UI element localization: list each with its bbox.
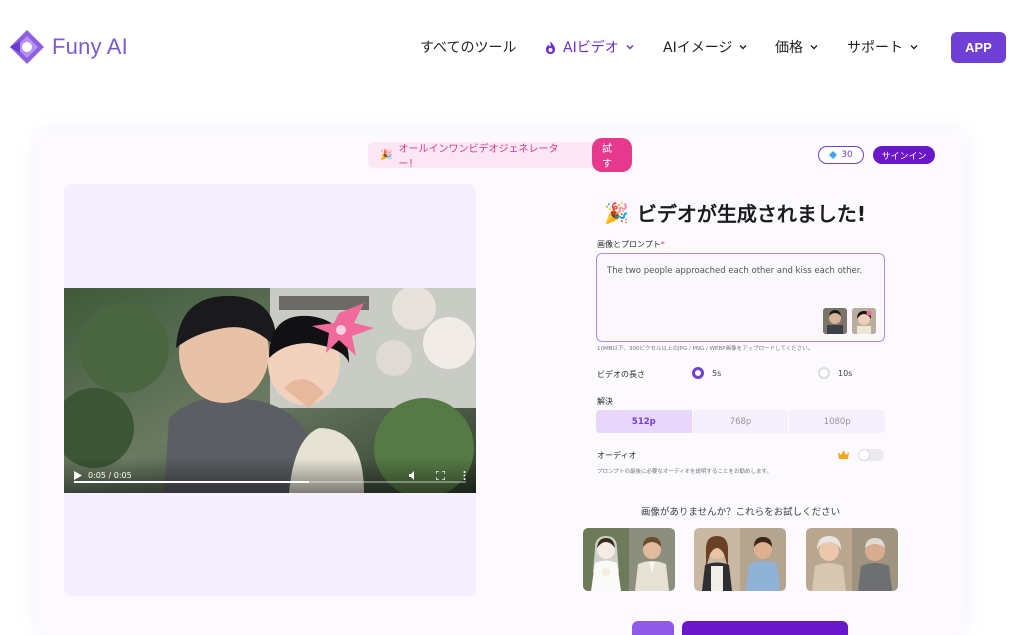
upload-hint: 10MB以下、300ピクセル以上のJPG / PNG / WEBP画像をアップロ… bbox=[597, 346, 814, 352]
uploaded-image-2[interactable] bbox=[852, 308, 876, 334]
nav-all-tools[interactable]: すべてのツール bbox=[420, 34, 544, 60]
party-popper-icon: 🎉 bbox=[380, 149, 393, 161]
sample-wedding-couple[interactable] bbox=[583, 528, 675, 591]
chevron-down-icon bbox=[626, 45, 634, 50]
video-time: 0:05 / 0:05 bbox=[88, 471, 132, 480]
resolution-label: 解決 bbox=[597, 397, 613, 406]
logo-text: Funy AI bbox=[52, 34, 128, 59]
radio-selected-icon bbox=[692, 367, 704, 379]
duration-10s-label: 10s bbox=[838, 368, 853, 378]
nav-all-tools-label: すべてのツール bbox=[420, 40, 517, 56]
nav-ai-video[interactable]: AIビデオ bbox=[544, 34, 663, 60]
diamond-icon bbox=[829, 151, 838, 159]
sample-photo-elderly-woman bbox=[806, 528, 852, 591]
credits-count: 30 bbox=[841, 150, 853, 160]
nav-ai-image-label: AIイメージ bbox=[663, 40, 733, 56]
secondary-action-button[interactable] bbox=[632, 621, 674, 635]
samples-title: 画像がありませんか？これらをお試しください bbox=[640, 507, 841, 518]
chevron-down-icon bbox=[739, 45, 747, 50]
party-popper-icon: 🎉 bbox=[604, 200, 629, 225]
video-progress-bar[interactable] bbox=[74, 481, 466, 483]
flame-icon bbox=[546, 40, 555, 54]
play-icon[interactable] bbox=[74, 471, 82, 480]
nav-support[interactable]: サポート bbox=[847, 34, 927, 60]
audio-label: オーディオ bbox=[597, 451, 637, 460]
prompt-input[interactable]: The two people approached each other and… bbox=[596, 253, 885, 342]
duration-5s-label: 5s bbox=[712, 368, 722, 378]
sample-photo-woman bbox=[694, 528, 740, 591]
duration-option-5s[interactable]: 5s bbox=[692, 367, 818, 379]
signin-button[interactable]: サインイン bbox=[873, 146, 935, 164]
resolution-768p[interactable]: 768p bbox=[693, 410, 790, 433]
app-button[interactable]: APP bbox=[951, 32, 1006, 63]
radio-unselected-icon bbox=[818, 367, 830, 379]
duration-label: ビデオの長さ bbox=[597, 370, 645, 379]
main-nav: すべてのツール AIビデオ AIイメージ 価格 サポート bbox=[420, 34, 927, 60]
sample-elderly-couple[interactable] bbox=[806, 528, 898, 591]
audio-description: プロンプトの最後に必要なオーディオを説明することをお勧めします。 bbox=[597, 469, 772, 475]
image-prompt-label: 画像とプロンプト* bbox=[597, 239, 665, 250]
prompt-text: The two people approached each other and… bbox=[607, 266, 863, 276]
nav-support-label: サポート bbox=[847, 40, 903, 56]
fullscreen-icon[interactable] bbox=[436, 471, 445, 480]
video-controls: 0:05 / 0:05 bbox=[64, 458, 476, 493]
audio-toggle[interactable] bbox=[858, 449, 884, 461]
duration-option-10s[interactable]: 10s bbox=[818, 367, 944, 379]
chevron-down-icon bbox=[910, 45, 918, 50]
sample-photo-man bbox=[740, 528, 786, 591]
more-options-icon[interactable] bbox=[463, 471, 466, 480]
sample-photo-groom bbox=[629, 528, 675, 591]
logo[interactable]: Funy AI bbox=[8, 28, 128, 66]
image-prompt-label-text: 画像とプロンプト bbox=[597, 240, 661, 249]
generate-button[interactable] bbox=[682, 621, 848, 635]
credits-badge[interactable]: 30 bbox=[818, 146, 864, 164]
promo-text: オールインワンビデオジェネレーター！ bbox=[398, 144, 559, 170]
volume-icon[interactable] bbox=[409, 471, 418, 480]
duration-options: 5s 10s bbox=[692, 367, 944, 379]
required-mark: * bbox=[660, 240, 665, 249]
promo-banner[interactable]: 🎉 オールインワンビデオジェネレーター！ 試す bbox=[368, 138, 632, 172]
result-title-text: ビデオが生成されました! bbox=[636, 202, 867, 226]
nav-ai-video-label: AIビデオ bbox=[563, 40, 619, 56]
site-header: Funy AI すべてのツール AIビデオ AIイメージ 価格 サポート APP bbox=[0, 0, 1024, 96]
sample-photo-elderly-man bbox=[852, 528, 898, 591]
nav-pricing-label: 価格 bbox=[775, 40, 803, 56]
nav-ai-image[interactable]: AIイメージ bbox=[663, 34, 775, 60]
uploaded-image-1[interactable] bbox=[823, 308, 847, 334]
sample-young-couple[interactable] bbox=[694, 528, 786, 591]
sample-photo-bride bbox=[583, 528, 629, 591]
video-progress-fill bbox=[74, 481, 310, 483]
resolution-512p[interactable]: 512p bbox=[596, 410, 693, 433]
crown-icon bbox=[838, 450, 849, 459]
nav-pricing[interactable]: 価格 bbox=[775, 34, 847, 60]
chevron-down-icon bbox=[810, 45, 818, 50]
resolution-1080p[interactable]: 1080p bbox=[789, 410, 885, 433]
result-title: 🎉 ビデオが生成されました! bbox=[604, 198, 866, 227]
try-button[interactable]: 試す bbox=[592, 138, 632, 172]
logo-icon bbox=[10, 30, 44, 64]
audio-toggle-knob bbox=[859, 450, 869, 460]
resolution-selector: 512p 768p 1080p bbox=[596, 410, 885, 433]
